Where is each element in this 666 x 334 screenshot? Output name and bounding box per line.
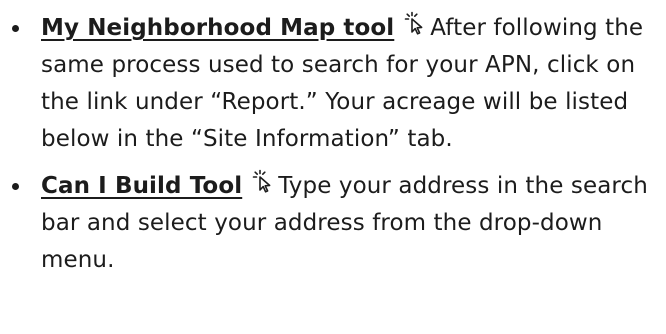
bullet-icon	[12, 25, 19, 32]
click-cursor-icon	[250, 169, 276, 195]
neighborhood-map-tool-link[interactable]: My Neighborhood Map tool	[41, 15, 394, 41]
tools-list: My Neighborhood Map tool After following …	[0, 10, 666, 279]
can-i-build-tool-link[interactable]: Can I Build Tool	[41, 173, 242, 199]
bullet-icon	[12, 183, 19, 190]
list-item-neighborhood-map: My Neighborhood Map tool After following …	[0, 10, 666, 158]
click-cursor-icon	[402, 11, 428, 37]
list-item-can-i-build: Can I Build Tool Type your address in the…	[0, 168, 666, 279]
